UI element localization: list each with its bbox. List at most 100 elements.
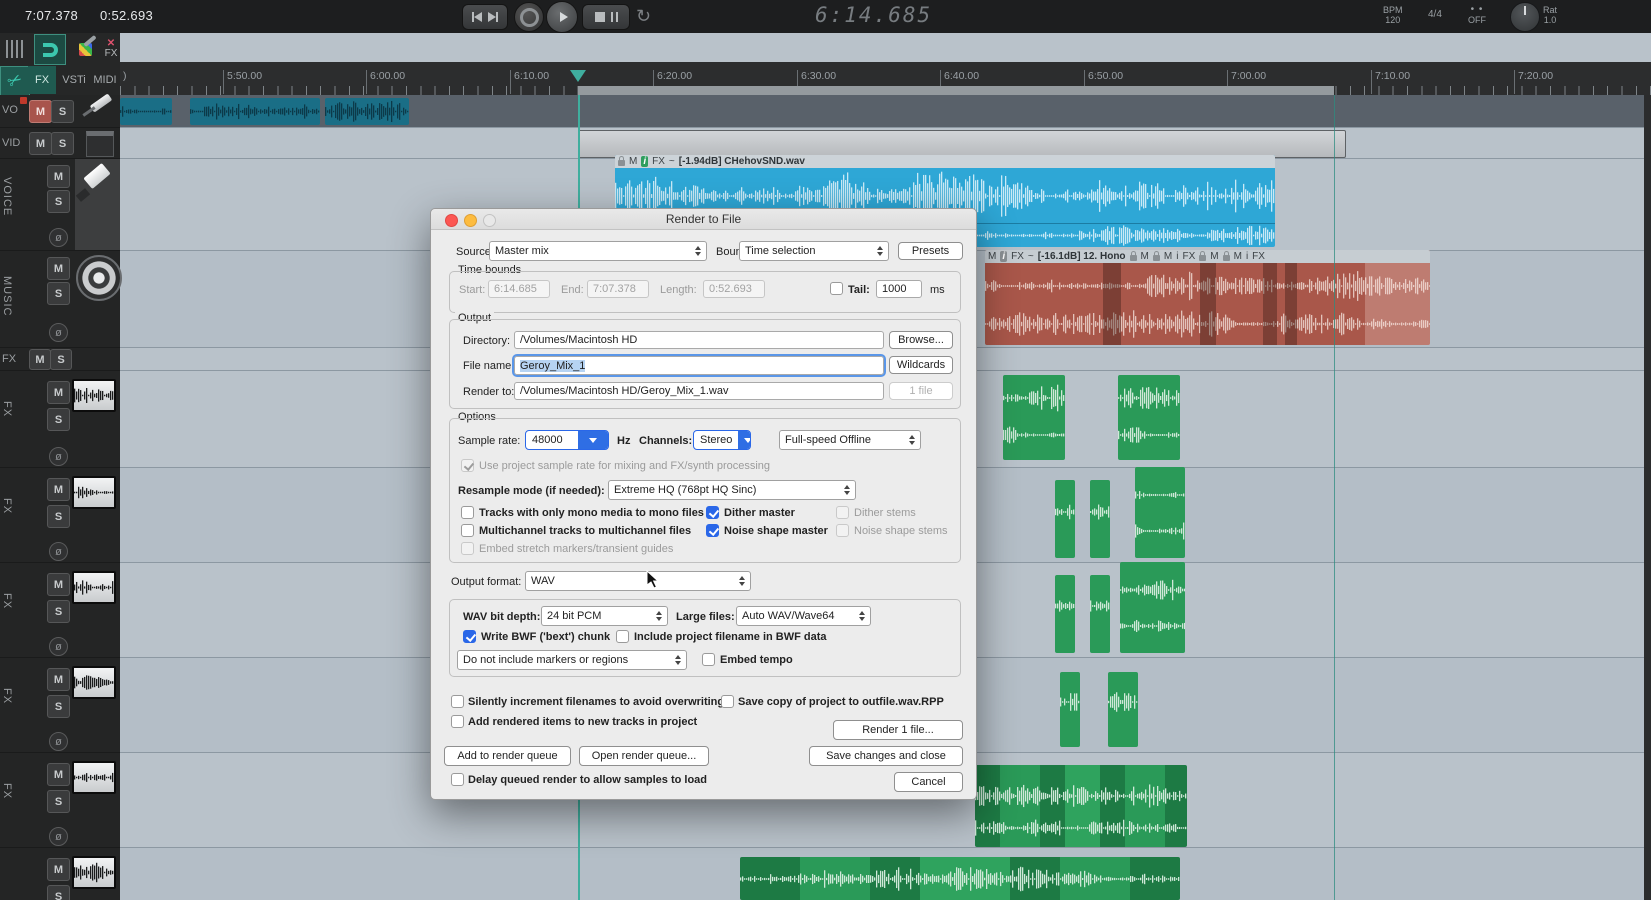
fx-audio-item[interactable] (1055, 480, 1075, 558)
bpm-display[interactable]: BPM 120 (1383, 5, 1403, 25)
mute-button[interactable]: M (29, 349, 51, 370)
solo-button[interactable]: S (47, 190, 70, 213)
fx-audio-item[interactable]: M (1120, 562, 1185, 653)
dither-master-checkbox[interactable] (706, 506, 719, 519)
track-vo[interactable]: VO M S (0, 95, 120, 127)
track-fx4[interactable]: FX M S ø (0, 657, 120, 753)
audio-item[interactable] (325, 98, 409, 125)
project-filename-bwf-checkbox[interactable] (616, 630, 629, 643)
midi-toolbar-button[interactable]: MIDI (90, 66, 120, 94)
track-fx-bus[interactable]: FX M S (0, 347, 120, 371)
fx-audio-item[interactable]: M (1135, 467, 1185, 558)
phase-button[interactable]: ø (49, 827, 68, 846)
add-to-queue-button[interactable]: Add to render queue (444, 746, 571, 766)
item-info-badge[interactable]: i (1176, 251, 1178, 262)
solo-button[interactable]: S (50, 349, 72, 370)
time-signature[interactable]: 4/4 (1428, 10, 1442, 20)
close-traffic-light[interactable] (445, 214, 458, 227)
noise-shape-master-checkbox[interactable] (706, 524, 719, 537)
fx-audio-item[interactable] (1060, 672, 1080, 747)
waveform-thumbnail[interactable] (72, 666, 116, 699)
lcd-time-display[interactable]: 6:14.685 (815, 3, 932, 27)
item-mute-badge[interactable]: M (1210, 251, 1218, 262)
playrate-knob[interactable] (1510, 2, 1540, 32)
fx-audio-item[interactable]: FX~MiFXMiMMiFX (975, 765, 1187, 847)
solo-button[interactable]: S (47, 695, 70, 718)
presets-button[interactable]: Presets (898, 242, 963, 260)
selection-length-time[interactable]: 0:52.693 (100, 8, 153, 23)
zoom-traffic-light[interactable] (483, 214, 496, 227)
item-header[interactable]: M i FX ~ [-16.1dB] 12. Hono M M i FX M M… (985, 250, 1430, 263)
solo-button[interactable]: S (47, 282, 70, 305)
empty-item[interactable] (578, 130, 1346, 158)
mute-button[interactable]: M (29, 132, 52, 155)
multichannel-checkbox[interactable] (461, 524, 474, 537)
sample-rate-combo[interactable]: 48000 (525, 430, 609, 450)
phase-button[interactable]: ø (49, 447, 68, 466)
audio-item[interactable] (190, 98, 320, 125)
waveform-thumbnail[interactable] (72, 571, 116, 604)
snap-magnet-button[interactable] (34, 34, 66, 65)
remove-fx-button[interactable]: ✕ FX (102, 35, 120, 63)
fx-audio-item[interactable] (1108, 672, 1138, 747)
fx-toolbar-button[interactable]: FX (28, 66, 56, 94)
item-mute-badge[interactable]: M (1164, 251, 1172, 262)
fx-audio-item[interactable]: M (1118, 375, 1180, 460)
fx-audio-item[interactable] (1055, 575, 1075, 653)
item-fx-badge[interactable]: FX (1182, 251, 1195, 262)
item-info-badge[interactable]: i (1000, 251, 1007, 262)
large-files-dropdown[interactable]: Auto WAV/Wave64 (736, 606, 871, 626)
solo-button[interactable]: S (47, 505, 70, 528)
resample-dropdown[interactable]: Extreme HQ (768pt HQ Sinc) (608, 480, 856, 500)
increment-filenames-checkbox[interactable] (451, 695, 464, 708)
render-to-input[interactable]: /Volumes/Macintosh HD/Geroy_Mix_1.wav (514, 382, 884, 400)
mute-button[interactable]: M (47, 763, 70, 786)
go-end-icon[interactable] (488, 12, 498, 22)
item-envelope-badge[interactable]: ~ (1028, 251, 1034, 262)
vsti-toolbar-button[interactable]: VSTi (58, 66, 90, 94)
bounds-dropdown[interactable]: Time selection (739, 241, 889, 261)
item-mute-badge[interactable]: M (1234, 251, 1242, 262)
delay-queued-checkbox[interactable] (451, 773, 464, 786)
bit-depth-dropdown[interactable]: 24 bit PCM (541, 606, 668, 626)
metronome-toggle[interactable]: • • OFF (1468, 4, 1486, 25)
record-arm-badge[interactable] (20, 97, 27, 104)
tail-checkbox[interactable] (830, 282, 843, 295)
cut-tool-button[interactable]: ✂ (0, 66, 30, 96)
waveform-thumbnail[interactable] (72, 761, 116, 794)
item-envelope-badge[interactable]: ~ (669, 156, 675, 167)
phase-button[interactable]: ø (49, 228, 68, 247)
channels-combo[interactable]: Stereo (693, 430, 751, 450)
track-voice[interactable]: VOICE M S ø (0, 158, 120, 251)
grid-icon[interactable] (2, 36, 28, 62)
mute-button[interactable]: M (47, 668, 70, 691)
item-mute-badge[interactable]: M (629, 156, 637, 167)
dialog-titlebar[interactable]: Render to File (431, 209, 976, 230)
write-bwf-checkbox[interactable] (463, 630, 476, 643)
transport-prev-next-group[interactable] (462, 4, 508, 30)
embed-tempo-checkbox[interactable] (702, 653, 715, 666)
loop-icon[interactable]: ↻ (636, 6, 651, 27)
edit-cursor-time[interactable]: 7:07.378 (25, 8, 78, 23)
solo-button[interactable]: S (47, 790, 70, 813)
mute-button[interactable]: M (47, 478, 70, 501)
track-fx6[interactable]: M S (0, 847, 120, 900)
mute-button[interactable]: M (47, 381, 70, 404)
play-button[interactable] (546, 1, 578, 33)
fx-audio-item[interactable] (740, 857, 1180, 900)
item-fx-badge[interactable]: FX (1011, 251, 1024, 262)
item-info-badge[interactable]: i (1246, 251, 1248, 262)
track-fx3[interactable]: FX M S ø (0, 562, 120, 658)
item-mute-badge[interactable]: M (1141, 251, 1149, 262)
phase-button[interactable]: ø (49, 732, 68, 751)
stop-pause-group[interactable] (582, 4, 630, 30)
track-fx1[interactable]: FX M S ø (0, 370, 120, 468)
time-selection-band[interactable] (578, 86, 1334, 95)
item-mute-badge[interactable]: M (988, 251, 996, 262)
waveform-thumbnail[interactable] (72, 856, 116, 889)
directory-input[interactable]: /Volumes/Macintosh HD (514, 331, 884, 349)
mute-button[interactable]: M (47, 858, 70, 881)
mute-button[interactable]: M (47, 573, 70, 596)
track-fx5[interactable]: FX M S ø (0, 752, 120, 848)
save-copy-checkbox[interactable] (721, 695, 734, 708)
